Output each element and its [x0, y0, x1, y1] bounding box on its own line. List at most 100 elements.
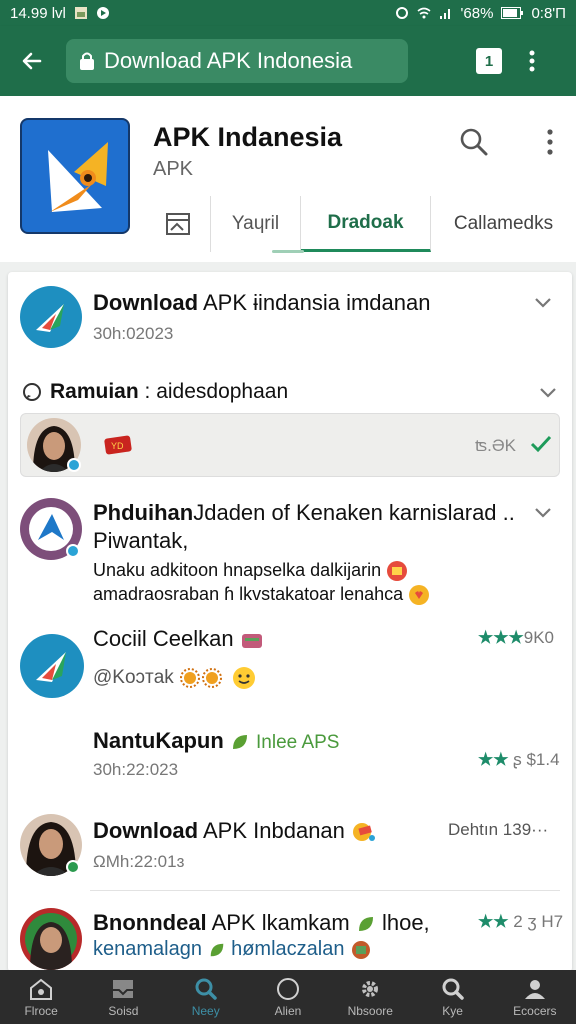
feed-title-bold: Phduihan	[93, 500, 194, 525]
app-title: APK Indanesia	[153, 122, 343, 152]
nav-inbox[interactable]: Soisd	[82, 970, 164, 1024]
feed-title-bold: Bnonndeal	[93, 910, 207, 935]
line2-b: hømlaczalan	[225, 938, 345, 960]
lock-icon	[80, 52, 94, 70]
rating-value: 9K0	[523, 628, 554, 647]
feed-tag: Inlee APS	[256, 732, 340, 753]
feed-title-line2: kenamalagn hømlaczalan	[93, 938, 372, 961]
sync-icon	[395, 7, 408, 19]
feed-item-title[interactable]: NantuKapun Inlee APS	[93, 728, 339, 754]
nav-label: Kye	[442, 1003, 463, 1018]
feed-title-bold: Download	[93, 818, 199, 843]
svg-text:YD: YD	[111, 441, 124, 451]
nav-label: Alien	[274, 1003, 302, 1018]
verified-badge	[66, 860, 80, 874]
section-label-bold: Ramuian	[50, 380, 139, 403]
url-text: Download APK Indonesia	[104, 48, 353, 73]
search-button[interactable]	[456, 124, 492, 160]
browser-toolbar: Download APK Indonesia 1	[0, 26, 576, 96]
gallery-icon	[165, 213, 190, 235]
battery-percent: '68%	[460, 4, 494, 22]
chevron-down-icon[interactable]	[533, 506, 553, 520]
feed-body-line2: amadraosraban ɦ lkvstakatoar lenahca	[93, 584, 430, 606]
chevron-down-icon[interactable]	[533, 296, 553, 310]
meta-text: @Koɔтak	[93, 667, 174, 689]
nav-label: Neey	[191, 1003, 220, 1018]
status-clock: 0:8'Π	[531, 4, 566, 22]
rating-stars: ★★	[478, 912, 509, 931]
nav-home[interactable]: Flroce	[0, 970, 82, 1024]
status-bar: 14.99 lvl '68% 0:8'Π	[0, 0, 576, 26]
feed-item-title[interactable]: Bnonndeal APK lkamkam lhoe,	[93, 910, 430, 936]
nav-profile[interactable]: Ecocers	[494, 970, 576, 1024]
rating-stars: ★★	[478, 750, 509, 769]
envelope-emoji-icon	[387, 561, 408, 582]
feed-item-title[interactable]: PhduihanJdaden of Kenaken karnislarad ..	[93, 500, 515, 526]
nav-find[interactable]: Kye	[411, 970, 493, 1024]
heart-emoji-icon	[409, 585, 430, 606]
check-icon	[530, 435, 552, 453]
feed-title-rest: APK ɨindansia imdanan	[198, 290, 431, 315]
circle-icon	[276, 977, 299, 1000]
feed-title-bold: NantuKapun	[93, 728, 224, 753]
back-button[interactable]	[12, 41, 52, 81]
status-time: 14.99 lvl	[10, 4, 66, 22]
chevron-down-icon[interactable]	[538, 386, 558, 400]
feed-item-title[interactable]: Download APK ɨindansia imdanan	[93, 290, 430, 316]
feed-title-rest: Jdaden of Kenaken karnislarad ..	[193, 500, 515, 525]
rating: ★★ ʂ $1.4	[478, 750, 560, 770]
feed-item-meta: ΩMh:22:01ɜ	[93, 852, 185, 871]
header-menu-button[interactable]	[538, 124, 562, 160]
sticker-icon	[241, 634, 262, 649]
sticker-icon	[352, 940, 371, 959]
header-tabs: Yaɥril Dradoak Callamedks	[145, 196, 576, 252]
nav-label: Ecocers	[513, 1003, 557, 1018]
rating: ★★★9K0	[478, 628, 554, 648]
inbox-icon	[113, 979, 134, 998]
feed-title-rest: APK lkamkam	[206, 910, 350, 935]
nav-search[interactable]: Neey	[165, 970, 247, 1024]
nav-label: Soisd	[108, 1003, 139, 1018]
rating-value: ʂ $1.4	[513, 750, 560, 769]
leaf-icon	[210, 943, 223, 957]
rating-stars: ★★★	[478, 628, 524, 647]
body-text: Unaku adkitoon hnapselka dalkijarin	[93, 560, 382, 580]
rating: ★★ 2 ʒ H7	[478, 912, 563, 932]
feed-item-meta: 30h:22:023	[93, 760, 179, 779]
tab-third[interactable]: Callamedks	[431, 196, 576, 252]
smile-emoji-icon	[233, 667, 256, 689]
sun-emoji-icon	[180, 668, 223, 688]
section-label: Ramuian : aidesdophaan	[50, 380, 288, 404]
tab-switcher-button[interactable]: 1	[476, 48, 502, 74]
wifi-icon	[417, 7, 431, 19]
app-avatar	[20, 286, 82, 348]
feed-item-title[interactable]: Download APK Inbdanan	[93, 818, 377, 844]
feed-title-bold: Download	[93, 290, 199, 315]
feed-item-title[interactable]: Cociil Ceelkan	[93, 626, 264, 652]
url-bar[interactable]: Download APK Indonesia	[66, 39, 408, 83]
nav-settings[interactable]: Nbsoore	[329, 970, 411, 1024]
gear-icon	[362, 980, 379, 997]
nav-label: Nbsoore	[347, 1003, 393, 1018]
highlighted-item[interactable]: YD ʦ.ƏK	[20, 413, 560, 477]
feed-title-tail: lhoe,	[375, 910, 430, 935]
body-text: amadraosraban ɦ lkvstakatoar lenahca	[93, 584, 404, 604]
leaf-icon	[358, 917, 373, 932]
tab-download[interactable]: Dradoak	[301, 196, 431, 252]
leaf-icon	[232, 735, 247, 750]
comment-icon	[23, 383, 41, 401]
feed-title-rest: APK Inbdanan	[198, 818, 345, 843]
rating-value: 2 ʒ H7	[513, 912, 564, 931]
overflow-menu-button[interactable]	[522, 41, 542, 81]
feed-title-line2: Piwantak,	[93, 528, 189, 553]
tab-gallery[interactable]	[145, 196, 211, 252]
battery-icon	[501, 7, 524, 19]
tab-first[interactable]: Yaɥril	[211, 196, 301, 252]
circle-icon	[96, 7, 109, 19]
drag-handle[interactable]	[272, 250, 304, 253]
home-icon	[30, 978, 53, 1000]
image-icon	[74, 7, 87, 19]
divider	[90, 890, 560, 891]
nav-circle[interactable]: Alien	[247, 970, 329, 1024]
signal-icon	[439, 9, 450, 19]
